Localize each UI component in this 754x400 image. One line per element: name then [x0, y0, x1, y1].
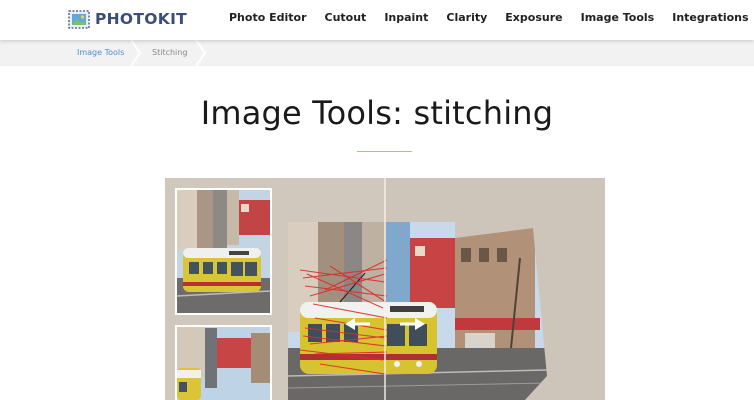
breadcrumb-image-tools[interactable]: Image Tools: [77, 40, 124, 66]
breadcrumb-chevron-icon: [195, 40, 207, 66]
site-header: PHOTOKIT Photo Editor Cutout Inpaint Cla…: [0, 0, 754, 40]
main-nav: Photo Editor Cutout Inpaint Clarity Expo…: [229, 11, 749, 24]
nav-photo-editor[interactable]: Photo Editor: [229, 11, 307, 24]
nav-exposure[interactable]: Exposure: [505, 11, 562, 24]
nav-cutout[interactable]: Cutout: [325, 11, 367, 24]
source-photo-top: [175, 188, 272, 315]
nav-inpaint[interactable]: Inpaint: [384, 11, 428, 24]
breadcrumb: Image Tools Stitching: [0, 40, 754, 66]
stitched-panorama: [288, 222, 547, 400]
brand-logo[interactable]: PHOTOKIT: [68, 8, 187, 30]
nav-clarity[interactable]: Clarity: [446, 11, 487, 24]
nav-image-tools[interactable]: Image Tools: [581, 11, 655, 24]
nav-integrations[interactable]: Integrations: [672, 11, 748, 24]
page-title: Image Tools: stitching: [200, 94, 554, 132]
breadcrumb-chevron-icon: [130, 40, 142, 66]
photo-frame-icon: [68, 9, 90, 29]
breadcrumb-stitching: Stitching: [152, 48, 188, 57]
source-photo-bottom: [175, 325, 272, 400]
stitching-illustration: [165, 178, 605, 400]
title-divider: [357, 151, 412, 152]
brand-name: PHOTOKIT: [95, 10, 188, 28]
